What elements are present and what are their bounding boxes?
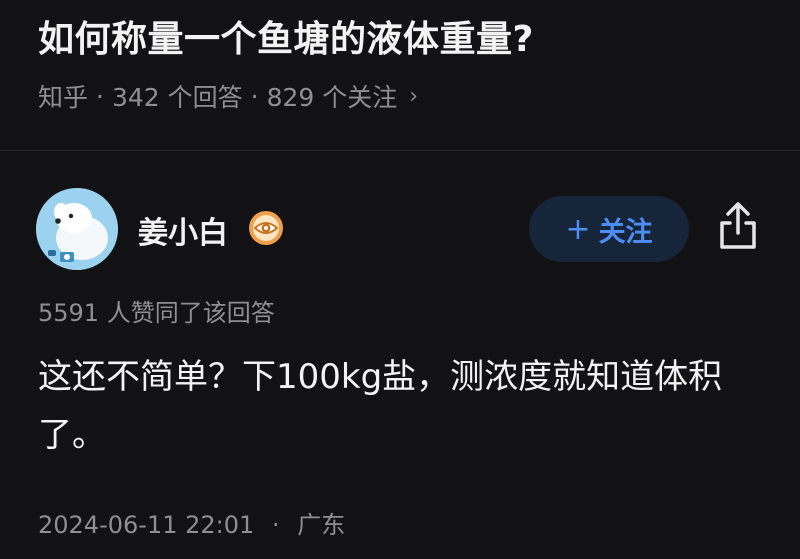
- follow-button[interactable]: + 关注: [529, 196, 689, 262]
- chevron-right-icon[interactable]: ›: [409, 84, 418, 109]
- avatar[interactable]: [36, 188, 118, 270]
- source-label: 知乎: [38, 83, 89, 112]
- eye-badge-icon[interactable]: [248, 210, 284, 246]
- divider: [0, 150, 800, 151]
- question-meta[interactable]: 知乎 · 342 个回答 · 829 个关注 ›: [38, 78, 418, 114]
- upvote-count: 5591 人赞同了该回答: [38, 299, 275, 327]
- answers-count: 342 个回答: [111, 83, 243, 112]
- question-title[interactable]: 如何称量一个鱼塘的液体重量?: [38, 10, 534, 62]
- answer-body[interactable]: 这还不简单？下100kg盐，测浓度就知道体积了。: [38, 348, 768, 464]
- author-name[interactable]: 姜小白: [138, 208, 228, 252]
- answer-footer: 2024-06-11 22:01 · 广东: [38, 505, 345, 540]
- followers-count: 829 个关注: [266, 83, 398, 112]
- answer-location: 广东: [297, 511, 346, 539]
- follow-label: 关注: [598, 216, 653, 248]
- answer-date: 2024-06-11 22:01: [38, 511, 255, 539]
- plus-icon: +: [565, 211, 591, 247]
- share-icon[interactable]: [716, 201, 760, 251]
- meta-separator: ·: [271, 511, 280, 539]
- meta-separator: ·: [250, 81, 259, 111]
- meta-separator: ·: [96, 81, 104, 111]
